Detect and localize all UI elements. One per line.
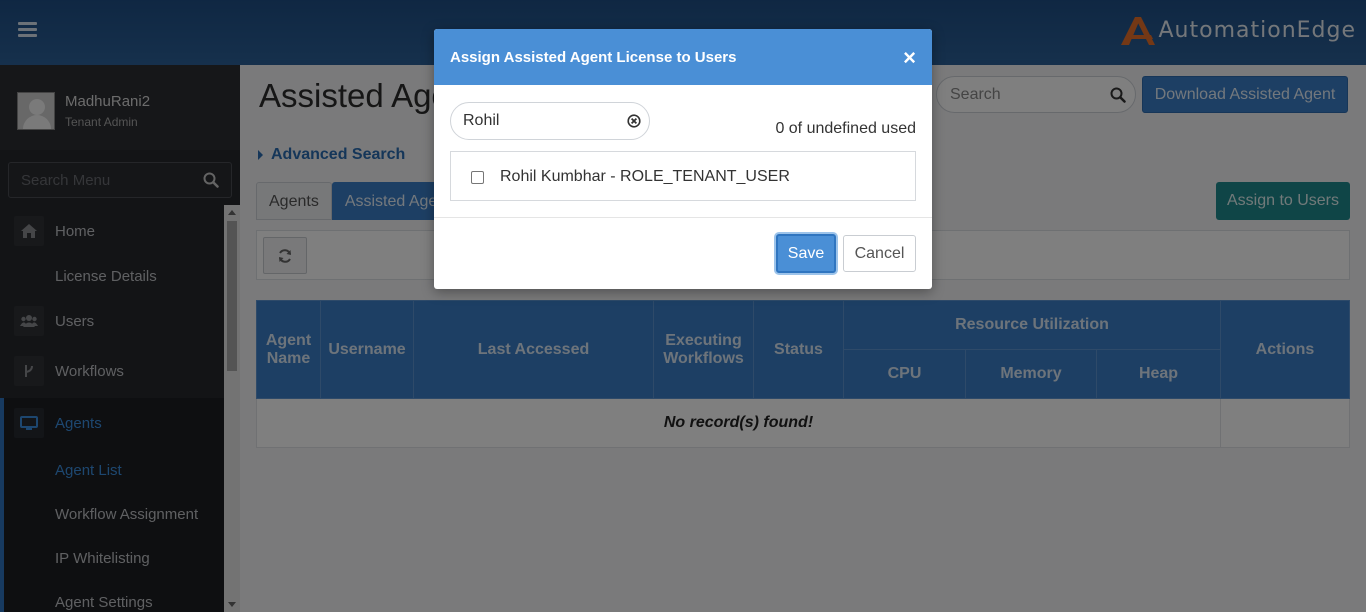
- divider: [434, 217, 932, 218]
- save-button[interactable]: Save: [776, 234, 836, 273]
- cancel-button[interactable]: Cancel: [843, 235, 916, 272]
- assign-license-modal: Assign Assisted Agent License to Users ×…: [434, 29, 932, 289]
- user-filter-input[interactable]: [451, 103, 616, 139]
- clear-search-icon[interactable]: [627, 114, 641, 128]
- modal-title: Assign Assisted Agent License to Users: [450, 49, 737, 66]
- user-checkbox[interactable]: [471, 170, 484, 184]
- user-filter: [450, 102, 650, 140]
- license-usage-text: 0 of undefined used: [775, 120, 916, 137]
- user-label: Rohil Kumbhar - ROLE_TENANT_USER: [500, 168, 790, 185]
- close-icon[interactable]: ×: [903, 47, 916, 69]
- user-list: Rohil Kumbhar - ROLE_TENANT_USER: [450, 151, 916, 201]
- list-item[interactable]: Rohil Kumbhar - ROLE_TENANT_USER: [471, 168, 790, 186]
- modal-header: Assign Assisted Agent License to Users ×: [434, 29, 932, 85]
